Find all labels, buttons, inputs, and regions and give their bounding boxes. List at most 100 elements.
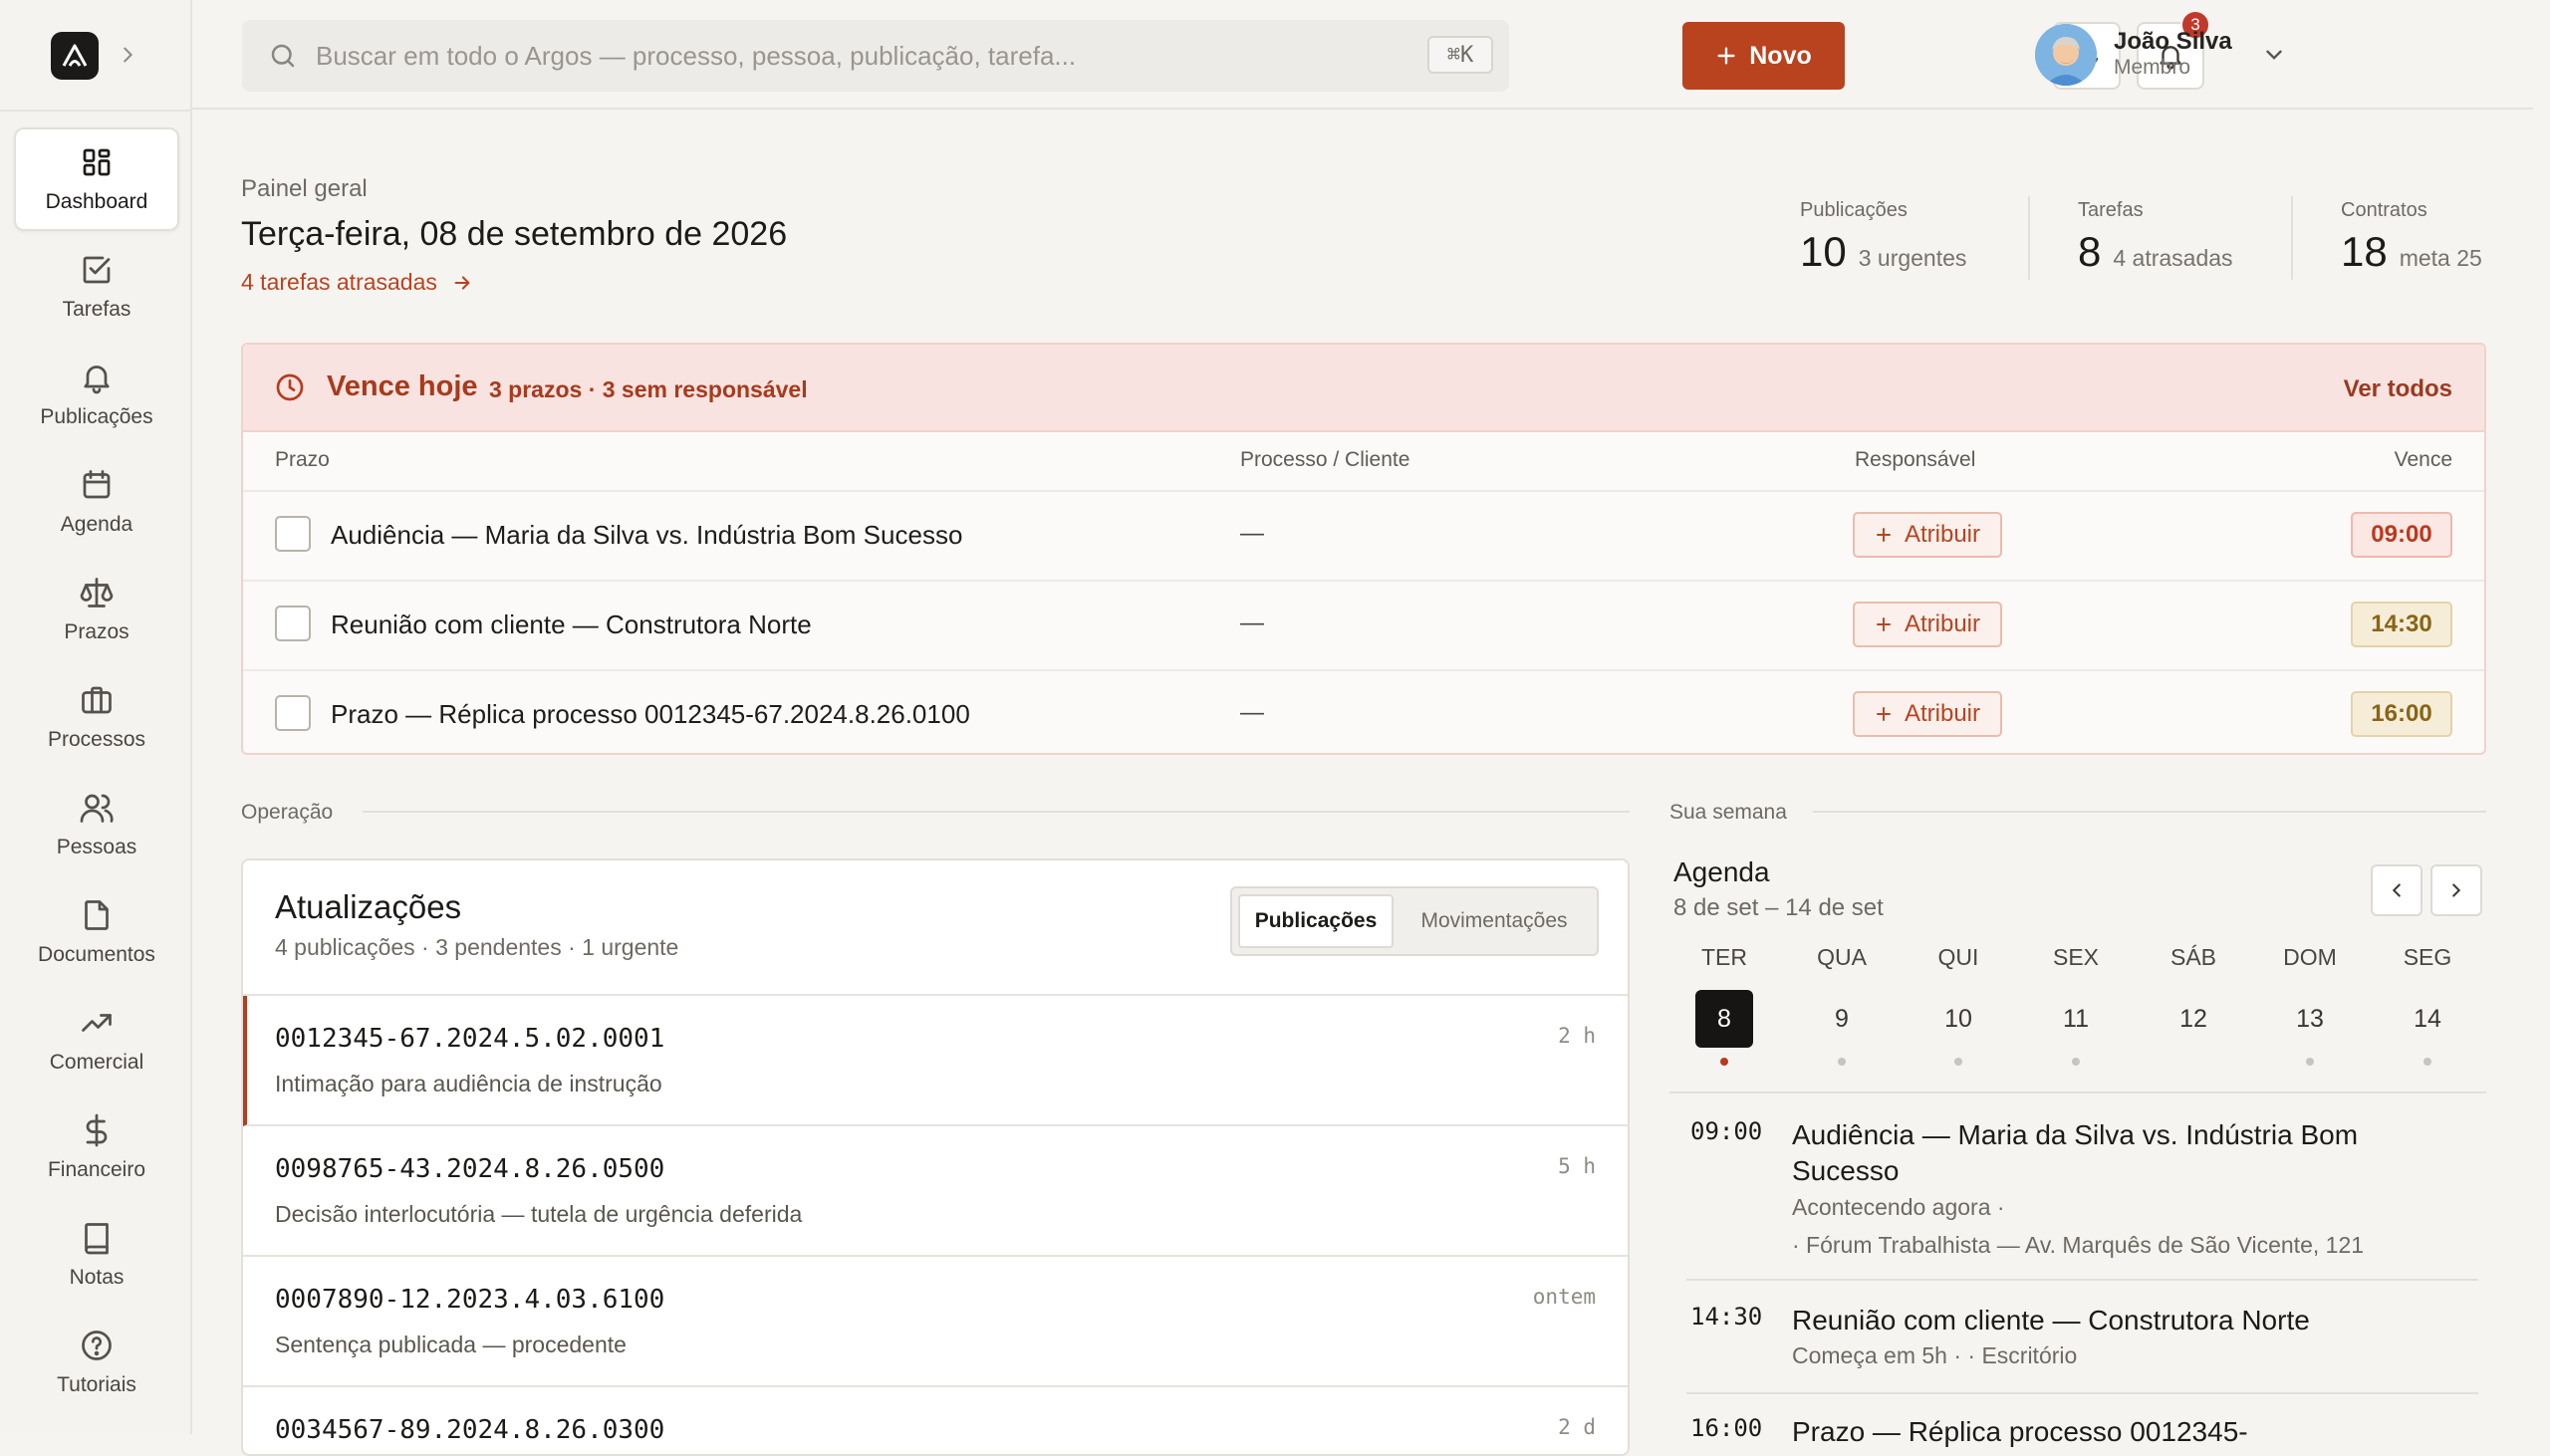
help-circle-icon [79, 1328, 115, 1363]
sidebar-item-label: Financeiro [47, 1158, 146, 1181]
overdue-tasks-link[interactable]: 4 tarefas atrasadas [241, 269, 473, 296]
tab-movimentacoes[interactable]: Movimentações [1400, 894, 1589, 948]
updates-list: 0012345-67.2024.5.02.0001 Intimação para… [243, 994, 1628, 1454]
day-indicator [1720, 1058, 1728, 1066]
expand-sidebar-icon[interactable] [117, 44, 138, 66]
overdue-tasks-label: 4 tarefas atrasadas [241, 269, 437, 295]
sidebar-item-tutoriais[interactable]: Tutoriais [14, 1311, 179, 1414]
assign-button[interactable]: Atribuir [1853, 602, 2002, 647]
task-process: — [1240, 520, 1264, 547]
sidebar-item-financeiro[interactable]: Financeiro [14, 1095, 179, 1199]
day-number: 9 [1835, 1004, 1849, 1033]
table-row[interactable]: Audiência — Maria da Silva vs. Indústria… [243, 492, 2484, 582]
event-time: 16:00 [1690, 1414, 1763, 1442]
new-button[interactable]: Novo [1682, 22, 1845, 90]
table-row[interactable]: Prazo — Réplica processo 0012345-67.2024… [243, 671, 2484, 753]
sidebar-item-tarefas[interactable]: Tarefas [14, 235, 179, 339]
process-number: 0012345-67.2024.5.02.0001 [275, 1024, 665, 1054]
task-checkbox[interactable] [275, 695, 311, 731]
day-indicator [2423, 1058, 2431, 1066]
sidebar-header [0, 0, 190, 112]
briefcase-icon [79, 682, 115, 718]
sidebar-item-label: Tutoriais [57, 1373, 136, 1396]
day-cell[interactable]: QUA 9 [1783, 944, 1901, 1066]
updates-tabs: Publicações Movimentações [1230, 886, 1599, 956]
day-cell[interactable]: DOM 13 [2251, 944, 2369, 1066]
avatar[interactable] [2035, 24, 2097, 86]
list-item[interactable]: 0012345-67.2024.5.02.0001 Intimação para… [243, 996, 1628, 1126]
process-number: 0098765-43.2024.8.26.0500 [275, 1154, 665, 1184]
agenda-prev-button[interactable] [2371, 864, 2422, 916]
task-process: — [1240, 609, 1264, 636]
updates-title: Atualizações [275, 888, 462, 925]
column-header-processo: Processo / Cliente [1240, 448, 1410, 471]
section-divider [363, 811, 1630, 813]
sidebar-item-publicacoes[interactable]: Publicações [14, 343, 179, 446]
sidebar-item-label: Publicações [40, 405, 153, 428]
plus-icon [1877, 707, 1891, 721]
agenda-next-button[interactable] [2430, 864, 2482, 916]
stat-label: Tarefas [2078, 199, 2144, 221]
agenda-divider [1669, 1092, 2486, 1093]
event-time: 09:00 [1690, 1117, 1763, 1145]
list-item[interactable]: 0098765-43.2024.8.26.0500 Decisão interl… [243, 1126, 1628, 1257]
tab-publicacoes[interactable]: Publicações [1238, 894, 1394, 948]
stat-value: 8 [2078, 228, 2102, 275]
day-number: 14 [2414, 1004, 2441, 1033]
assign-label: Atribuir [1904, 700, 1981, 727]
task-process: — [1240, 699, 1264, 726]
update-time: 5 h [1558, 1154, 1596, 1178]
scale-icon [79, 575, 115, 610]
event-title: Audiência — Maria da Silva vs. Indústria… [1792, 1119, 2359, 1186]
sidebar-item-pessoas[interactable]: Pessoas [14, 773, 179, 876]
day-cell[interactable]: QUI 10 [1900, 944, 2017, 1066]
assign-button[interactable]: Atribuir [1853, 512, 2002, 558]
table-row[interactable]: Reunião com cliente — Construtora Norte … [243, 582, 2484, 671]
sidebar-item-dashboard[interactable]: Dashboard [14, 127, 179, 231]
stat-contratos[interactable]: Contratos 18 meta 25 [2341, 199, 2482, 276]
day-cell[interactable]: TER 8 [1665, 944, 1783, 1066]
sidebar-item-comercial[interactable]: Comercial [14, 988, 179, 1092]
sidebar-item-agenda[interactable]: Agenda [14, 450, 179, 554]
day-cell[interactable]: SEX 11 [2017, 944, 2135, 1066]
task-checkbox[interactable] [275, 516, 311, 552]
sidebar-item-notas[interactable]: Notas [14, 1203, 179, 1307]
list-item[interactable]: 0007890-12.2023.4.03.6100 Sentença publi… [243, 1257, 1628, 1387]
sidebar-item-prazos[interactable]: Prazos [14, 558, 179, 661]
stat-divider [2028, 196, 2030, 280]
day-name: SÁB [2169, 944, 2217, 970]
bell-icon [79, 360, 115, 395]
task-title: Audiência — Maria da Silva vs. Indústria… [331, 520, 963, 550]
stat-publicacoes[interactable]: Publicações 10 3 urgentes [1800, 199, 1966, 276]
page-kicker: Painel geral [241, 175, 368, 202]
sidebar-item-documentos[interactable]: Documentos [14, 880, 179, 984]
day-cell[interactable]: SÁB 12 [2135, 944, 2252, 1066]
due-today-panel: Vence hoje 3 prazos · 3 sem responsável … [241, 343, 2486, 755]
stat-tarefas[interactable]: Tarefas 8 4 atrasadas [2078, 199, 2233, 276]
assign-label: Atribuir [1904, 610, 1981, 637]
day-name: QUA [1817, 944, 1867, 970]
column-header-prazo: Prazo [275, 448, 330, 471]
global-search[interactable]: ⌘K [242, 20, 1509, 92]
chevron-right-icon [2452, 883, 2461, 897]
section-label-operacao: Operação [241, 801, 334, 824]
task-checkbox[interactable] [275, 606, 311, 641]
chevron-down-icon[interactable] [2261, 42, 2287, 68]
sidebar-item-label: Pessoas [56, 836, 137, 858]
list-item[interactable]: 0034567-89.2024.8.26.0300 2 d [243, 1387, 1628, 1454]
app-logo[interactable] [51, 32, 99, 80]
see-all-link[interactable]: Ver todos [2344, 375, 2452, 403]
sidebar-item-label: Documentos [38, 943, 155, 966]
user-name[interactable]: João Silva [2114, 28, 2232, 56]
day-number: 13 [2296, 1004, 2324, 1033]
assign-button[interactable]: Atribuir [1853, 691, 2002, 737]
dollar-icon [79, 1112, 115, 1148]
sidebar-item-processos[interactable]: Processos [14, 665, 179, 769]
day-cell[interactable]: SEG 14 [2369, 944, 2486, 1066]
day-name: DOM [2283, 944, 2337, 970]
event-status: Começa em 5h · · Escritório [1792, 1342, 2078, 1368]
plus-icon [1717, 47, 1735, 65]
column-header-vence: Vence [2394, 448, 2452, 471]
agenda-title: Agenda [1673, 856, 1770, 887]
search-input[interactable] [316, 20, 1332, 92]
